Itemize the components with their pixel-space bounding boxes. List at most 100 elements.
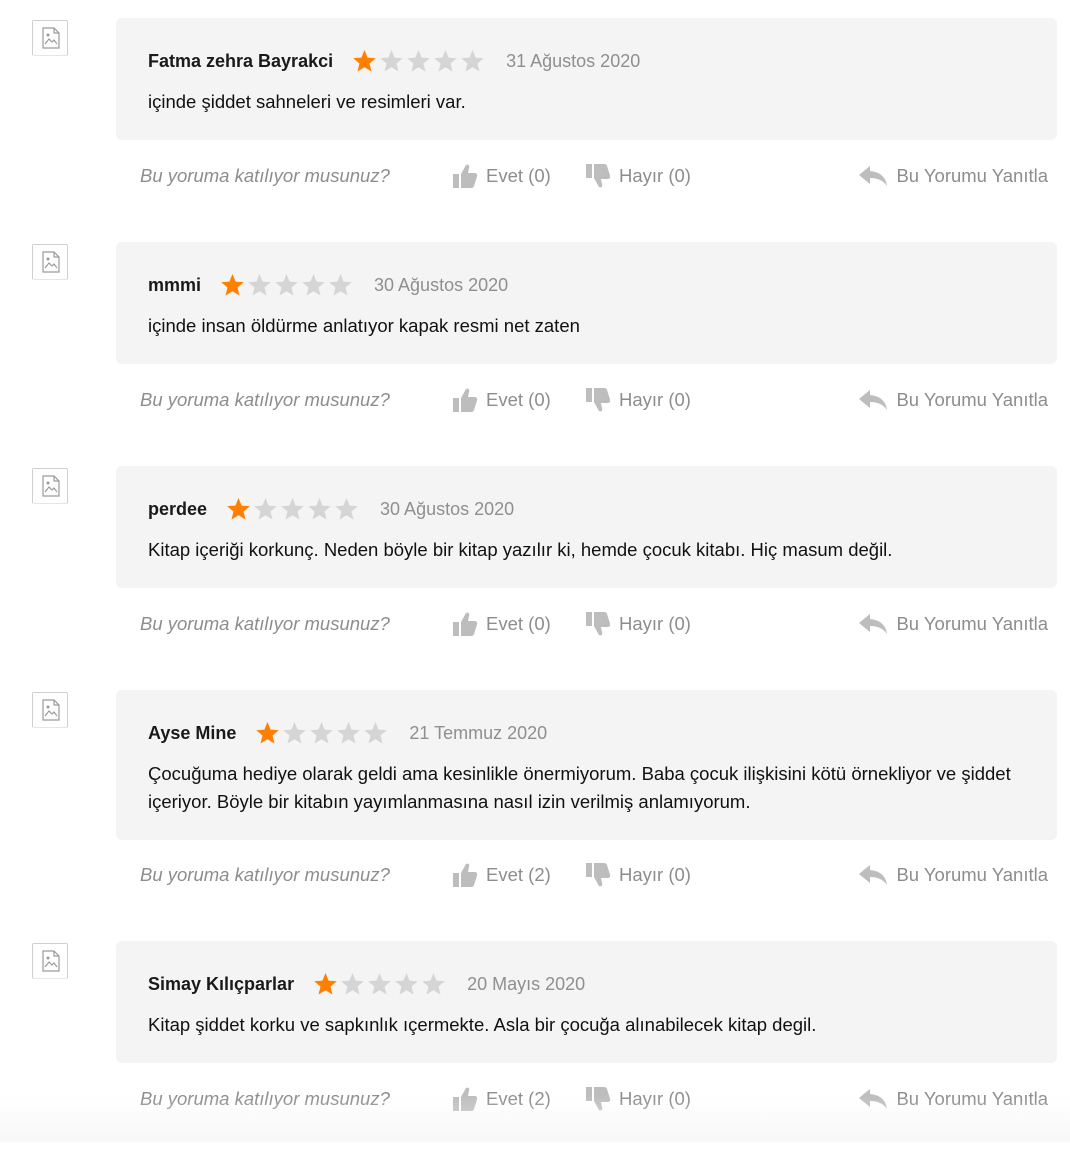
- agree-question: Bu yoruma katılıyor musunuz?: [140, 389, 390, 410]
- reply-button[interactable]: Bu Yorumu Yanıtla: [858, 389, 1048, 411]
- agree-question: Bu yoruma katılıyor musunuz?: [140, 864, 390, 885]
- reply-arrow-icon: [859, 865, 888, 885]
- star-empty-icon: [248, 274, 271, 296]
- vote-yes-label: Evet (2): [486, 864, 551, 885]
- agree-question: Bu yoruma katılıyor musunuz?: [140, 613, 390, 634]
- star-empty-icon: [368, 973, 391, 995]
- review-text: Kitap içeriği korkunç. Neden böyle bir k…: [148, 539, 893, 560]
- vote-yes-button[interactable]: Evet (0): [452, 163, 585, 189]
- vote-yes-label: Evet (0): [486, 165, 551, 186]
- review-text: içinde şiddet sahneleri ve resimleri var…: [148, 91, 466, 112]
- star-empty-icon: [434, 50, 457, 72]
- vote-no-label: Hayır (0): [619, 864, 691, 885]
- star-empty-icon: [310, 722, 334, 744]
- agree-question: Bu yoruma katılıyor musunuz?: [140, 1088, 390, 1109]
- star-empty-icon: [395, 973, 418, 995]
- review-text: Kitap şiddet korku ve sapkınlık ıçermekt…: [148, 1014, 817, 1035]
- review-author: Fatma zehra Bayrakci: [148, 50, 334, 71]
- vote-yes-button[interactable]: Evet (0): [452, 387, 585, 413]
- vote-yes-label: Evet (0): [486, 389, 551, 410]
- review-actions: Bu yoruma katılıyor musunuz? Evet (2) Ha…: [140, 858, 1048, 892]
- image-placeholder-icon: [42, 950, 60, 972]
- review-card: Fatma zehra Bayrakci 31 Ağustos 2020 içi…: [116, 18, 1057, 140]
- star-empty-icon: [422, 973, 445, 995]
- review-date: 20 Mayıs 2020: [467, 973, 586, 994]
- user-avatar: [32, 20, 68, 56]
- reply-button[interactable]: Bu Yorumu Yanıtla: [858, 864, 1048, 886]
- star-rating: [225, 497, 360, 521]
- star-empty-icon: [461, 50, 484, 72]
- vote-no-button[interactable]: Hayır (0): [585, 387, 691, 413]
- reply-label: Bu Yorumu Yanıtla: [896, 165, 1048, 186]
- review-item: Simay Kılıçparlar 20 Mayıs 2020 Kitap şi…: [0, 941, 1070, 1165]
- review-item: perdee 30 Ağustos 2020 Kitap içeriği kor…: [0, 466, 1070, 690]
- review-date: 21 Temmuz 2020: [409, 722, 548, 743]
- thumbs-down-icon: [586, 863, 611, 887]
- thumbs-down-icon: [586, 164, 611, 188]
- review-text: içinde insan öldürme anlatıyor kapak res…: [148, 315, 580, 336]
- reply-button[interactable]: Bu Yorumu Yanıtla: [858, 1088, 1048, 1110]
- reply-label: Bu Yorumu Yanıtla: [896, 1088, 1048, 1109]
- reply-button[interactable]: Bu Yorumu Yanıtla: [858, 613, 1048, 635]
- review-actions: Bu yoruma katılıyor musunuz? Evet (0) Ha…: [140, 159, 1048, 193]
- star-empty-icon: [283, 722, 307, 744]
- reply-button[interactable]: Bu Yorumu Yanıtla: [858, 165, 1048, 187]
- star-empty-icon: [335, 498, 358, 520]
- vote-no-label: Hayır (0): [619, 613, 691, 634]
- star-empty-icon: [308, 498, 331, 520]
- reply-label: Bu Yorumu Yanıtla: [896, 864, 1048, 885]
- reply-label: Bu Yorumu Yanıtla: [896, 389, 1048, 410]
- image-placeholder-icon: [42, 27, 60, 49]
- review-item: Ayse Mine 21 Temmuz 2020 Çocuğuma hediye…: [0, 690, 1070, 914]
- vote-no-label: Hayır (0): [619, 165, 691, 186]
- review-author: Simay Kılıçparlar: [148, 973, 295, 994]
- star-empty-icon: [337, 722, 361, 744]
- review-actions: Bu yoruma katılıyor musunuz? Evet (2) Ha…: [140, 1082, 1048, 1116]
- star-empty-icon: [254, 498, 277, 520]
- star-empty-icon: [302, 274, 325, 296]
- user-avatar: [32, 244, 68, 280]
- vote-yes-button[interactable]: Evet (0): [452, 611, 585, 637]
- agree-question: Bu yoruma katılıyor musunuz?: [140, 165, 390, 186]
- vote-yes-label: Evet (2): [486, 1088, 551, 1109]
- review-item: Fatma zehra Bayrakci 31 Ağustos 2020 içi…: [0, 18, 1070, 242]
- vote-no-button[interactable]: Hayır (0): [585, 163, 691, 189]
- vote-yes-button[interactable]: Evet (2): [452, 1086, 585, 1112]
- star-empty-icon: [341, 973, 364, 995]
- vote-no-button[interactable]: Hayır (0): [585, 611, 691, 637]
- review-card: perdee 30 Ağustos 2020 Kitap içeriği kor…: [116, 466, 1057, 588]
- vote-yes-button[interactable]: Evet (2): [452, 862, 585, 888]
- review-date: 31 Ağustos 2020: [506, 50, 641, 71]
- star-filled-icon: [353, 50, 376, 72]
- review-date: 30 Ağustos 2020: [374, 274, 509, 295]
- review-card: Ayse Mine 21 Temmuz 2020 Çocuğuma hediye…: [116, 690, 1057, 840]
- star-filled-icon: [227, 498, 250, 520]
- image-placeholder-icon: [42, 475, 60, 497]
- user-avatar: [32, 468, 68, 504]
- review-author: perdee: [148, 498, 208, 519]
- review-actions: Bu yoruma katılıyor musunuz? Evet (0) Ha…: [140, 607, 1048, 641]
- star-rating: [351, 49, 486, 73]
- review-author: Ayse Mine: [148, 722, 237, 743]
- review-card: Simay Kılıçparlar 20 Mayıs 2020 Kitap şi…: [116, 941, 1057, 1063]
- star-filled-icon: [314, 973, 337, 995]
- image-placeholder-icon: [42, 699, 60, 721]
- thumbs-up-icon: [453, 612, 478, 636]
- star-rating: [312, 972, 447, 996]
- thumbs-up-icon: [453, 164, 478, 188]
- thumbs-up-icon: [453, 863, 478, 887]
- thumbs-up-icon: [453, 1087, 478, 1111]
- star-filled-icon: [221, 274, 244, 296]
- vote-no-label: Hayır (0): [619, 1088, 691, 1109]
- review-date: 30 Ağustos 2020: [380, 498, 515, 519]
- reply-arrow-icon: [859, 166, 888, 186]
- reply-arrow-icon: [859, 390, 888, 410]
- vote-no-button[interactable]: Hayır (0): [585, 862, 691, 888]
- thumbs-down-icon: [586, 612, 611, 636]
- review-text: Çocuğuma hediye olarak geldi ama kesinli…: [148, 763, 1011, 812]
- vote-no-button[interactable]: Hayır (0): [585, 1086, 691, 1112]
- star-rating: [219, 273, 354, 297]
- review-actions: Bu yoruma katılıyor musunuz? Evet (0) Ha…: [140, 383, 1048, 417]
- reply-arrow-icon: [859, 1089, 888, 1109]
- star-empty-icon: [380, 50, 403, 72]
